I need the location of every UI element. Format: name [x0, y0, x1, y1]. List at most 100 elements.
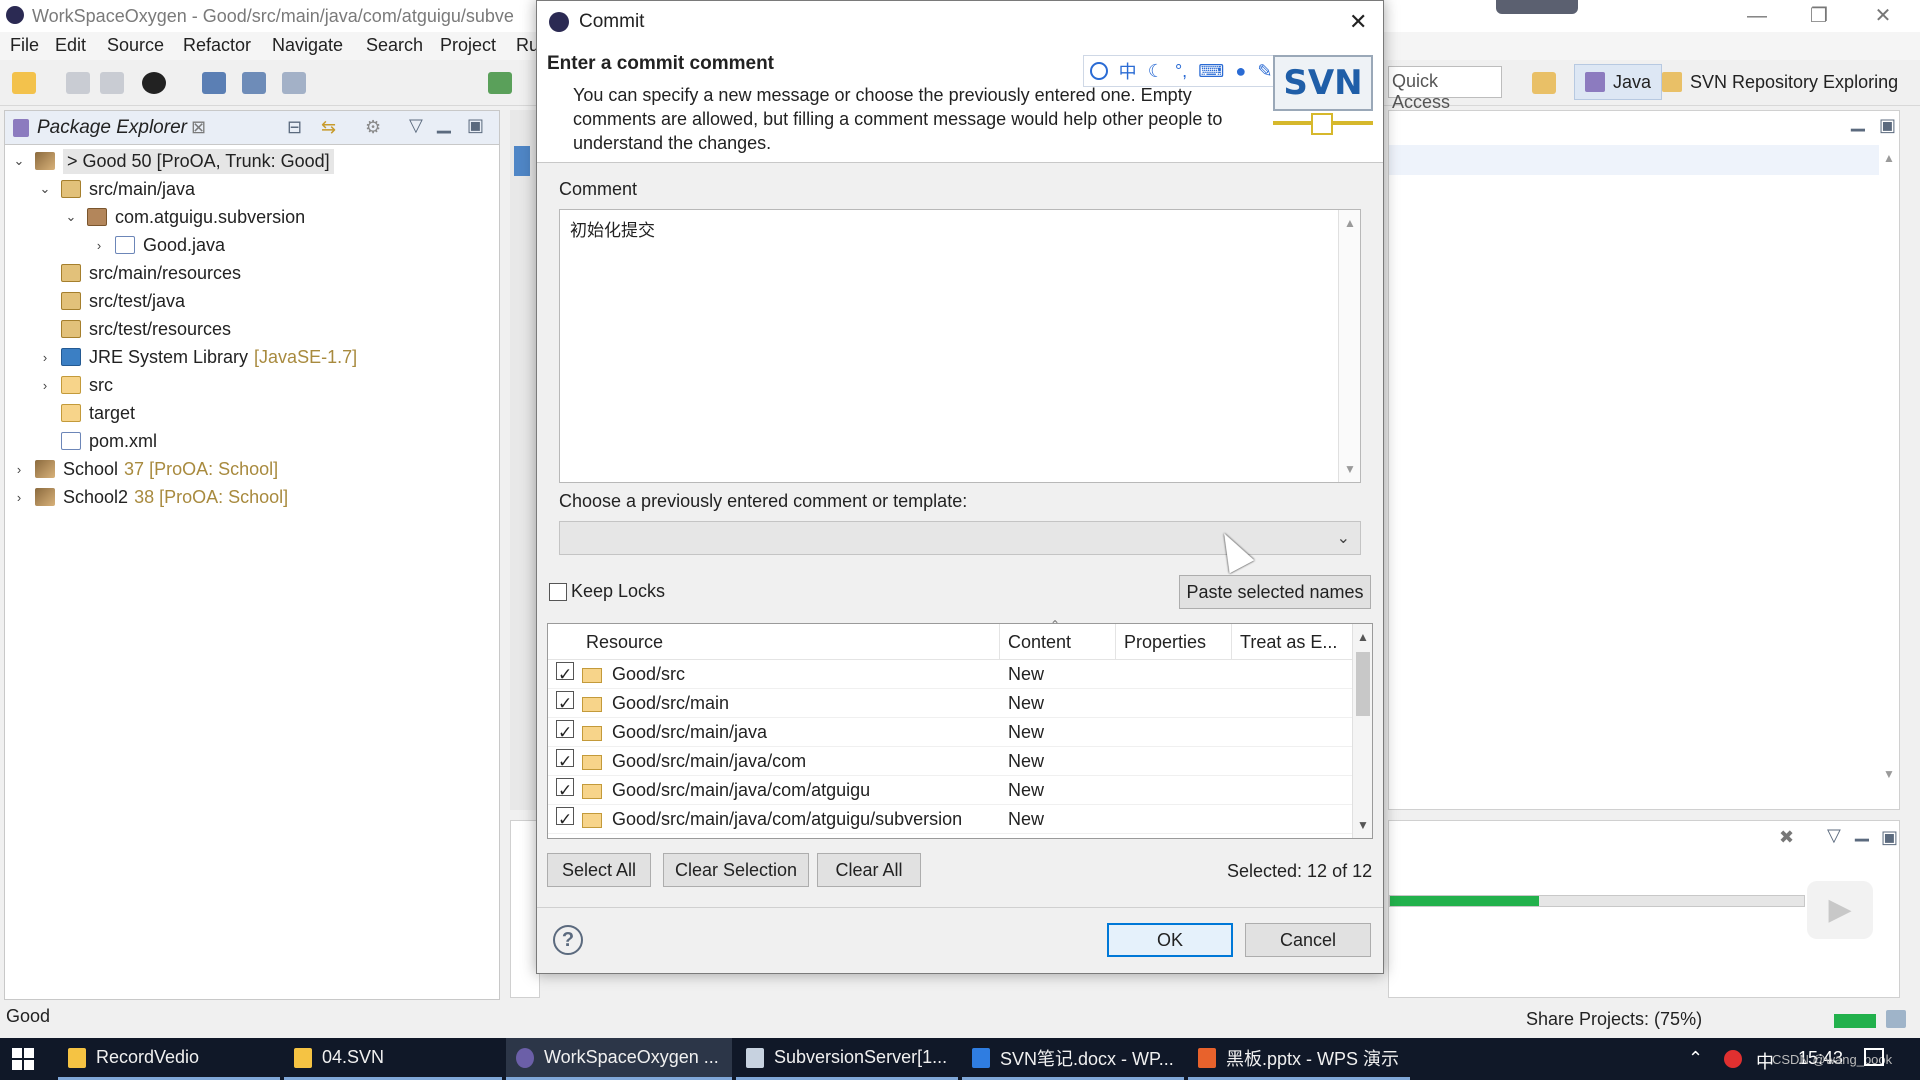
- ime-keyboard-icon[interactable]: ⌨: [1198, 61, 1224, 82]
- ime-chinese-mode[interactable]: 中: [1119, 58, 1137, 84]
- scroll-down-icon[interactable]: ▼: [1357, 818, 1369, 832]
- expand-toggle-icon[interactable]: ›: [37, 350, 53, 365]
- minimize-view-icon[interactable]: ▁: [1851, 111, 1865, 132]
- tree-item-jre-library[interactable]: › JRE System Library [JavaSE-1.7]: [37, 343, 357, 371]
- scroll-up-icon[interactable]: ▲: [1883, 151, 1895, 165]
- taskbar-04svn[interactable]: 04.SVN: [284, 1038, 502, 1080]
- taskbar-subversion-server[interactable]: SubversionServer[1...: [736, 1038, 958, 1080]
- column-treat-as[interactable]: Treat as E...: [1232, 624, 1352, 660]
- row-checkbox[interactable]: [556, 805, 574, 834]
- menu-edit[interactable]: Edit: [55, 35, 86, 56]
- tray-app-icon[interactable]: [1724, 1050, 1742, 1068]
- tree-item-package[interactable]: ⌄ com.atguigu.subversion: [63, 203, 306, 231]
- scroll-up-icon[interactable]: ▲: [1339, 216, 1361, 230]
- keep-locks-option[interactable]: Keep Locks: [549, 581, 665, 602]
- paste-selected-names-button[interactable]: Paste selected names: [1179, 575, 1371, 609]
- menu-file[interactable]: File: [10, 35, 39, 56]
- remove-all-icon[interactable]: ✖: [1779, 827, 1794, 848]
- expand-toggle-icon[interactable]: ›: [91, 238, 107, 253]
- cancel-button[interactable]: Cancel: [1245, 923, 1371, 957]
- tree-item-src-main-resources[interactable]: src/main/resources: [37, 259, 241, 287]
- minimize-view-icon[interactable]: ▁: [1855, 821, 1869, 842]
- quick-access-field[interactable]: Quick Access: [1388, 66, 1502, 112]
- ok-button[interactable]: OK: [1107, 923, 1233, 957]
- tree-item-src[interactable]: › src: [37, 371, 113, 399]
- menu-search[interactable]: Search: [366, 35, 423, 56]
- tree-item-pom[interactable]: pom.xml: [37, 427, 157, 455]
- menu-refactor[interactable]: Refactor: [183, 35, 251, 56]
- column-properties[interactable]: Properties: [1116, 624, 1232, 660]
- ime-moon-icon[interactable]: ☾: [1148, 61, 1164, 82]
- terminal-icon[interactable]: [202, 72, 226, 94]
- row-checkbox[interactable]: [556, 776, 574, 805]
- help-icon[interactable]: ?: [553, 925, 583, 955]
- new-icon[interactable]: [12, 72, 36, 94]
- select-all-button[interactable]: Select All: [547, 853, 651, 887]
- row-checkbox[interactable]: [556, 689, 574, 718]
- menu-navigate[interactable]: Navigate: [272, 35, 343, 56]
- row-checkbox-wrap[interactable]: [556, 718, 574, 747]
- tree-item-src-test-resources[interactable]: src/test/resources: [37, 315, 231, 343]
- package-explorer-tab[interactable]: Package Explorer ⊠ ⊟ ⇆ ⚙ ▽ ▁ ▣: [5, 111, 499, 145]
- ime-settings-icon[interactable]: ✎: [1257, 61, 1272, 82]
- row-checkbox-wrap[interactable]: [556, 689, 574, 718]
- row-checkbox-wrap[interactable]: [556, 776, 574, 805]
- debug-icon[interactable]: [488, 72, 512, 94]
- save-all-icon[interactable]: [100, 72, 124, 94]
- clear-selection-button[interactable]: Clear Selection: [663, 853, 809, 887]
- ime-punct-mode[interactable]: °,: [1175, 61, 1187, 82]
- expand-toggle-icon[interactable]: ›: [11, 490, 27, 505]
- start-button[interactable]: [12, 1048, 34, 1070]
- save-icon[interactable]: [66, 72, 90, 94]
- expand-toggle-icon[interactable]: ⌄: [63, 209, 79, 225]
- column-resource[interactable]: Resource: [548, 624, 1000, 660]
- row-checkbox[interactable]: [556, 718, 574, 747]
- collapse-all-icon[interactable]: ⊟: [287, 117, 302, 138]
- close-window-button[interactable]: ✕: [1860, 2, 1906, 30]
- notification-icon[interactable]: [1864, 1048, 1884, 1066]
- filter-icon[interactable]: ⚙: [365, 117, 381, 138]
- taskbar-eclipse[interactable]: WorkSpaceOxygen ...: [506, 1038, 732, 1080]
- perspective-svn[interactable]: SVN Repository Exploring: [1656, 64, 1904, 100]
- expand-toggle-icon[interactable]: ›: [11, 462, 27, 477]
- skip-breakpoints-icon[interactable]: [242, 72, 266, 94]
- scroll-down-icon[interactable]: ▼: [1339, 462, 1361, 476]
- link-editor-icon[interactable]: ⇆: [321, 117, 336, 138]
- table-scrollbar[interactable]: ▲ ▼: [1352, 624, 1372, 838]
- table-row[interactable]: Good/src/main/java/com/atguigu/subversio…: [548, 805, 1352, 834]
- menu-project[interactable]: Project: [440, 35, 496, 56]
- maximize-view-icon[interactable]: ▣: [1881, 827, 1898, 848]
- taskbar-blackboard-pptx[interactable]: 黑板.pptx - WPS 演示: [1188, 1038, 1410, 1080]
- tree-item-school2[interactable]: › School2 38 [ProOA: School]: [11, 483, 288, 511]
- expand-toggle-icon[interactable]: ⌄: [11, 153, 27, 169]
- perspective-java[interactable]: Java: [1574, 64, 1663, 100]
- tree-item-school[interactable]: › School 37 [ProOA: School]: [11, 455, 278, 483]
- progress-view-icon[interactable]: [1886, 1010, 1906, 1028]
- expand-toggle-icon[interactable]: ›: [37, 378, 53, 393]
- ime-power-icon[interactable]: [1089, 62, 1108, 80]
- row-checkbox-wrap[interactable]: [556, 660, 574, 689]
- svn-icon[interactable]: [142, 72, 166, 94]
- taskbar-recordvedio[interactable]: RecordVedio: [58, 1038, 280, 1080]
- row-checkbox-wrap[interactable]: [556, 747, 574, 776]
- video-play-icon[interactable]: ▶: [1807, 881, 1873, 939]
- ime-toolbar[interactable]: 中 ☾ °, ⌨ ● ✎: [1083, 55, 1279, 87]
- tree-item-src-main-java[interactable]: ⌄ src/main/java: [37, 175, 195, 203]
- tray-chevron-up-icon[interactable]: ⌃: [1688, 1048, 1703, 1069]
- table-row[interactable]: Good/src/main New: [548, 689, 1352, 718]
- table-row[interactable]: Good/src New: [548, 660, 1352, 689]
- tree-item-src-test-java[interactable]: src/test/java: [37, 287, 185, 315]
- comment-textarea[interactable]: 初始化提交 ▲ ▼: [559, 209, 1361, 483]
- maximize-view-icon[interactable]: ▣: [1879, 115, 1896, 136]
- close-tab-icon[interactable]: ⊠: [191, 117, 206, 138]
- menu-source[interactable]: Source: [107, 35, 164, 56]
- tree-item-good-project[interactable]: ⌄ > Good 50 [ProOA, Trunk: Good]: [11, 147, 334, 175]
- table-row[interactable]: Good/src/main/java/com New: [548, 747, 1352, 776]
- minimize-button[interactable]: —: [1734, 2, 1780, 30]
- keep-locks-checkbox[interactable]: [549, 582, 567, 601]
- table-row[interactable]: Good/src/main/java New: [548, 718, 1352, 747]
- expand-toggle-icon[interactable]: ⌄: [37, 181, 53, 197]
- chevron-down-icon[interactable]: ⌄: [1337, 528, 1350, 548]
- scroll-up-icon[interactable]: ▲: [1357, 630, 1369, 644]
- restore-button[interactable]: ❐: [1796, 2, 1842, 30]
